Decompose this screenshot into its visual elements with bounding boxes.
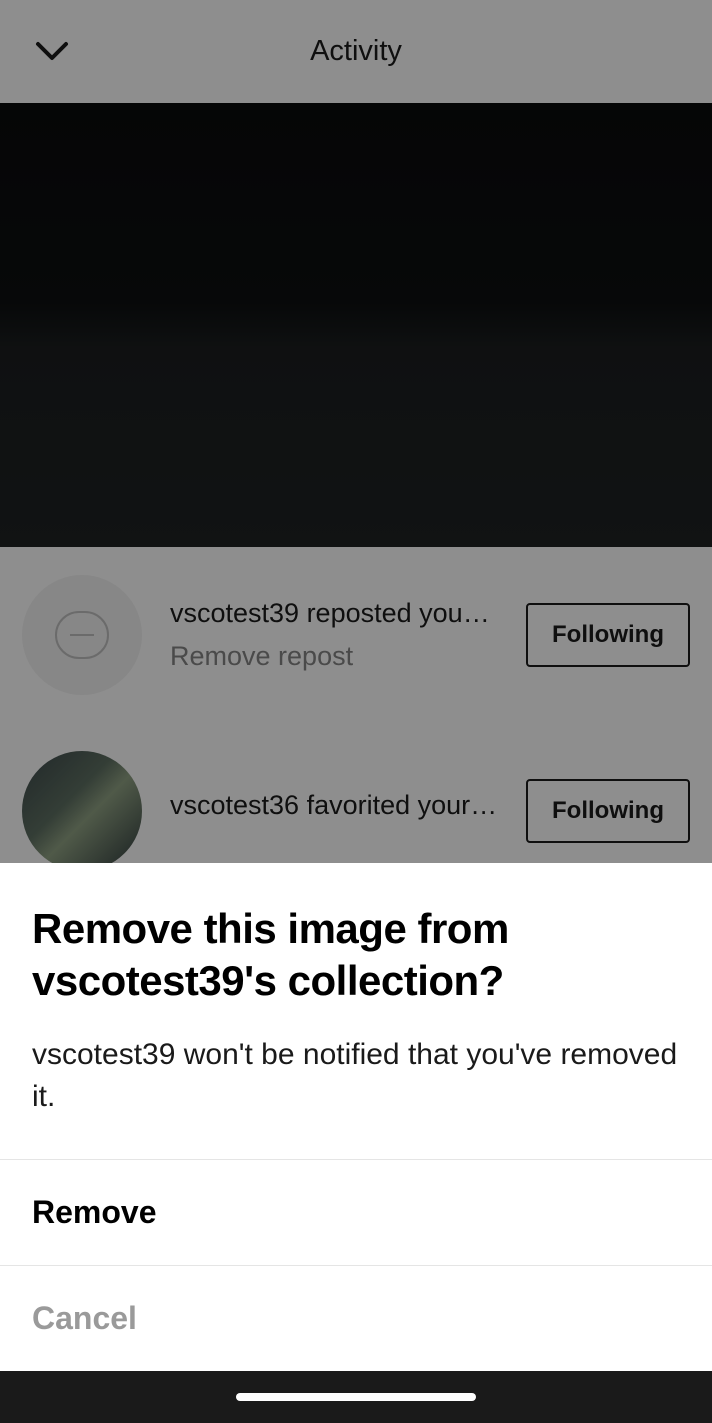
cancel-button[interactable]: Cancel xyxy=(0,1266,712,1371)
sheet-title: Remove this image from vscotest39's coll… xyxy=(32,903,680,1008)
sheet-content: Remove this image from vscotest39's coll… xyxy=(0,863,712,1159)
remove-button[interactable]: Remove xyxy=(0,1160,712,1265)
action-sheet: Remove this image from vscotest39's coll… xyxy=(0,863,712,1371)
sheet-body: vscotest39 won't be notified that you've… xyxy=(32,1034,680,1119)
bottom-bar xyxy=(0,1371,712,1423)
home-indicator[interactable] xyxy=(236,1393,476,1401)
